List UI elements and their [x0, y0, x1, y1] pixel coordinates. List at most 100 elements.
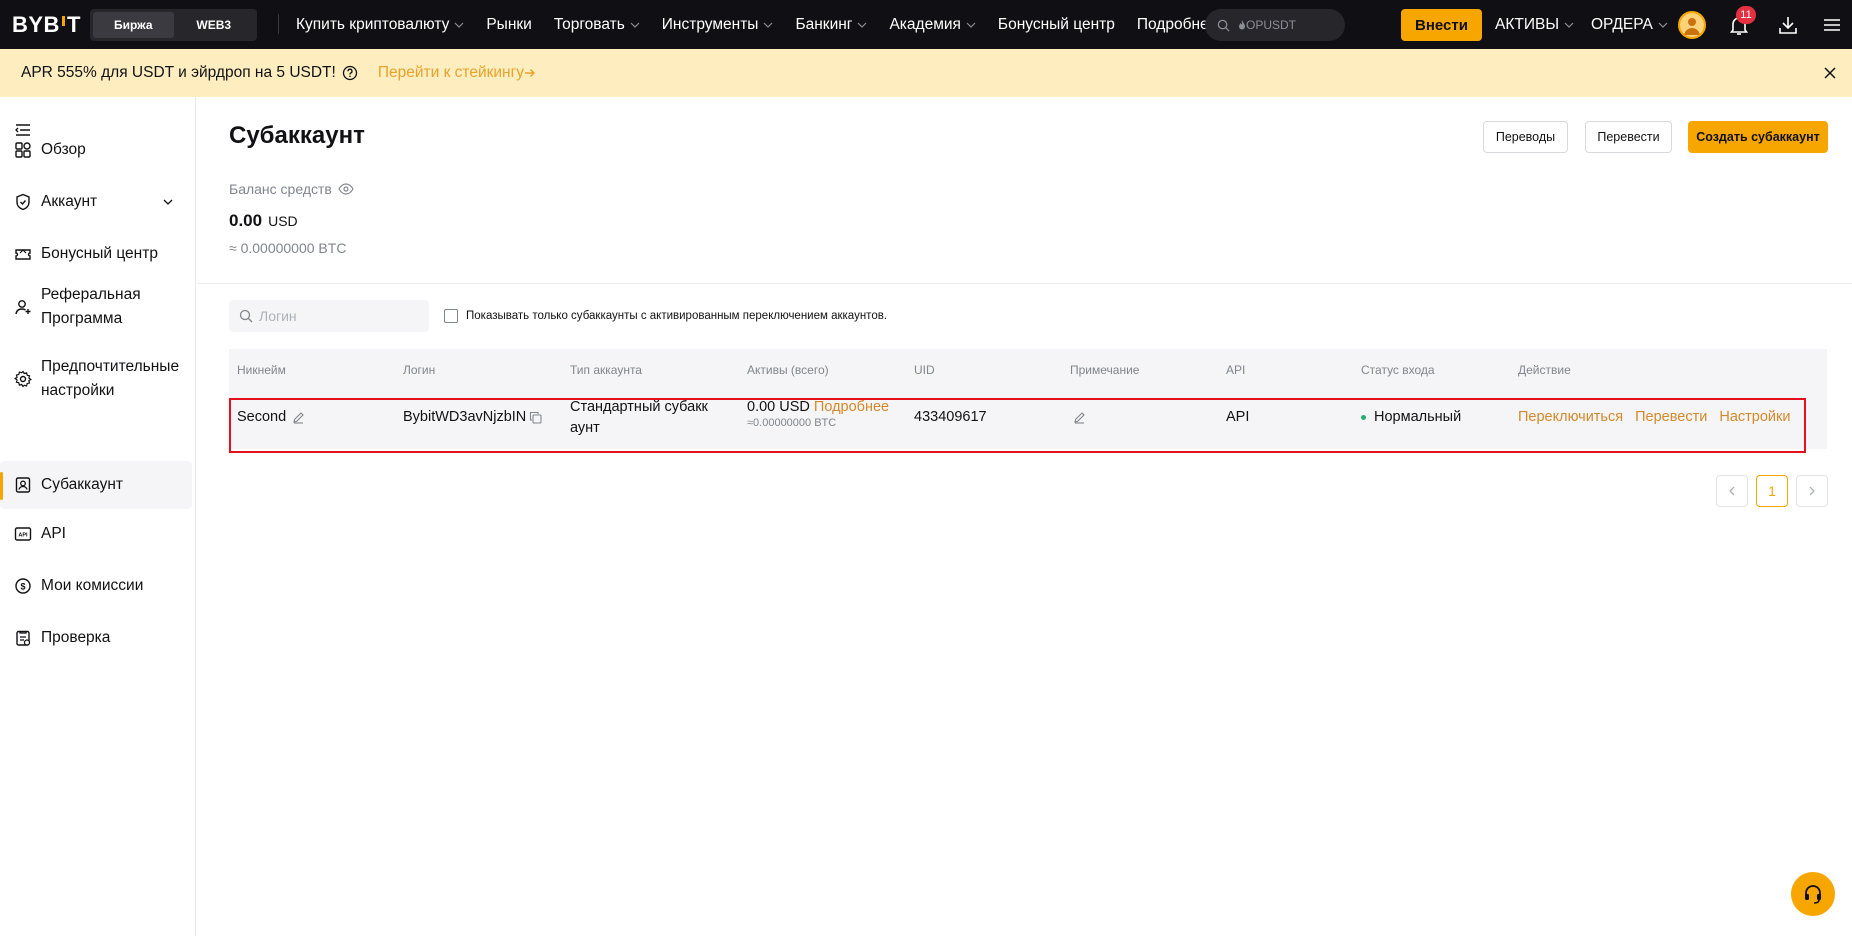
sidebar-item-label: API [41, 525, 66, 542]
sidebar-item-fees[interactable]: $ Мои комиссии [0, 567, 192, 605]
account-sidebar: Обзор Аккаунт Бонусный центр Реферальная… [0, 97, 196, 936]
referral-icon [15, 300, 31, 315]
page-title: Субаккаунт [229, 122, 365, 149]
table-header: Никнейм Логин Тип аккаунта Активы (всего… [229, 349, 1827, 391]
nav-banking[interactable]: Банкинг [795, 16, 867, 34]
orders-menu[interactable]: ОРДЕРА [1591, 0, 1668, 49]
row-highlight-box [229, 398, 1806, 453]
download-icon[interactable] [1776, 13, 1800, 37]
col-uid: UID [914, 363, 935, 377]
transfers-history-button[interactable]: Переводы [1483, 121, 1568, 153]
nav-academy[interactable]: Академия [889, 16, 976, 34]
announcement-text: APR 555% для USDT и эйрдроп на 5 USDT! [21, 64, 336, 81]
nav-bonus-center[interactable]: Бонусный центр [998, 16, 1115, 34]
col-nickname: Никнейм [237, 363, 286, 377]
fees-icon: $ [15, 578, 31, 594]
search-icon [239, 309, 253, 323]
chevron-down-icon [1658, 22, 1668, 28]
balance-value: 0.00 USD [229, 211, 298, 231]
col-action: Действие [1518, 363, 1571, 377]
checkbox[interactable] [444, 309, 458, 323]
balance-label: Баланс средств [229, 181, 354, 197]
bybit-logo[interactable]: BYB T [12, 12, 81, 37]
staking-link[interactable]: Перейти к стейкингу [378, 64, 536, 82]
next-page-button[interactable] [1796, 475, 1828, 507]
switch-filter-checkbox[interactable]: Показывать только субаккаунты с активиро… [444, 309, 887, 323]
sidebar-item-account[interactable]: Аккаунт [0, 183, 192, 221]
segment-web3[interactable]: WEB3 [174, 12, 255, 38]
sidebar-item-verification[interactable]: Проверка [0, 619, 192, 657]
chevron-down-icon [764, 22, 773, 28]
login-search [229, 300, 429, 332]
sidebar-item-bonus-center[interactable]: Бонусный центр [0, 235, 192, 273]
sidebar-item-referral[interactable]: Реферальная Программа [0, 271, 192, 343]
subaccount-icon [15, 477, 31, 493]
help-circle-icon[interactable] [342, 65, 358, 81]
api-icon: API [14, 527, 32, 541]
search-icon [1217, 19, 1230, 32]
balance-amount: 0.00 [229, 211, 263, 230]
sidebar-item-label: Мои комиссии [41, 577, 144, 594]
login-search-input[interactable] [259, 308, 419, 324]
ticket-icon [15, 249, 31, 260]
nav-buy-crypto[interactable]: Купить криптовалюту [296, 16, 464, 34]
gear-icon [14, 370, 32, 388]
sidebar-item-label: Предпочтительные [41, 358, 180, 375]
account-shield-icon [16, 193, 30, 211]
chevron-down-icon [966, 22, 976, 28]
sidebar-item-preferences[interactable]: Предпочтительные настройки [0, 343, 192, 415]
chevron-down-icon [858, 22, 867, 28]
overview-icon [15, 142, 31, 158]
user-avatar[interactable] [1678, 11, 1706, 39]
balance-btc: ≈ 0.00000000 BTC [229, 240, 347, 256]
sidebar-item-label: Реферальная [41, 286, 141, 303]
assets-menu[interactable]: АКТИВЫ [1495, 0, 1574, 49]
headset-icon [1805, 885, 1821, 904]
sidebar-item-label-2: настройки [41, 382, 115, 399]
sidebar-item-overview[interactable]: Обзор [0, 131, 192, 169]
flame-icon [1239, 20, 1245, 30]
sidebar-item-label: Проверка [41, 629, 111, 646]
chevron-down-icon [1564, 22, 1574, 28]
transfer-button[interactable]: Перевести [1585, 121, 1672, 153]
page-number[interactable]: 1 [1756, 475, 1788, 507]
section-divider [197, 283, 1852, 284]
sidebar-item-api[interactable]: API API [0, 515, 192, 553]
sidebar-item-label: Бонусный центр [41, 245, 158, 262]
sidebar-item-subaccount[interactable]: Субаккаунт [0, 461, 192, 509]
notification-badge: 11 [1736, 6, 1756, 24]
sidebar-item-label-2: Программа [41, 310, 123, 327]
prev-page-button[interactable] [1716, 475, 1748, 507]
col-account-type: Тип аккаунта [570, 363, 642, 377]
arrow-right-icon [525, 69, 536, 77]
svg-text:$: $ [20, 581, 25, 591]
nav-tools[interactable]: Инструменты [662, 16, 774, 34]
sidebar-item-label: Субаккаунт [41, 476, 124, 493]
col-note: Примечание [1070, 363, 1140, 377]
col-login: Логин [403, 363, 436, 377]
chevron-right-icon [1809, 486, 1815, 496]
deposit-button[interactable]: Внести [1401, 9, 1482, 41]
support-chat-button[interactable] [1791, 872, 1835, 916]
col-login-status: Статус входа [1361, 363, 1435, 377]
hamburger-menu-icon[interactable] [1820, 13, 1844, 37]
create-subaccount-button[interactable]: Создать субаккаунт [1688, 121, 1828, 153]
avatar-user-icon [1680, 13, 1704, 37]
nav-markets[interactable]: Рынки [486, 16, 531, 34]
nav-divider [278, 14, 279, 34]
segment-exchange[interactable]: Биржа [93, 12, 174, 38]
chevron-left-icon [1729, 486, 1735, 496]
sidebar-item-label: Обзор [41, 141, 86, 158]
sidebar-item-label: Аккаунт [41, 193, 98, 210]
verification-icon [16, 630, 31, 646]
exchange-web3-switch: Биржа WEB3 [90, 9, 257, 41]
global-search[interactable]: OPUSDT [1205, 9, 1345, 41]
svg-text:API: API [18, 533, 28, 539]
eye-icon[interactable] [338, 183, 354, 195]
top-navbar: BYB T Биржа WEB3 Купить криптовалюту Рынк… [0, 0, 1852, 49]
col-assets: Активы (всего) [747, 363, 829, 377]
nav-trade[interactable]: Торговать [554, 16, 640, 34]
close-icon[interactable] [1822, 65, 1838, 81]
chevron-down-icon [163, 199, 173, 205]
announcement-banner: APR 555% для USDT и эйрдроп на 5 USDT! П… [0, 49, 1852, 97]
